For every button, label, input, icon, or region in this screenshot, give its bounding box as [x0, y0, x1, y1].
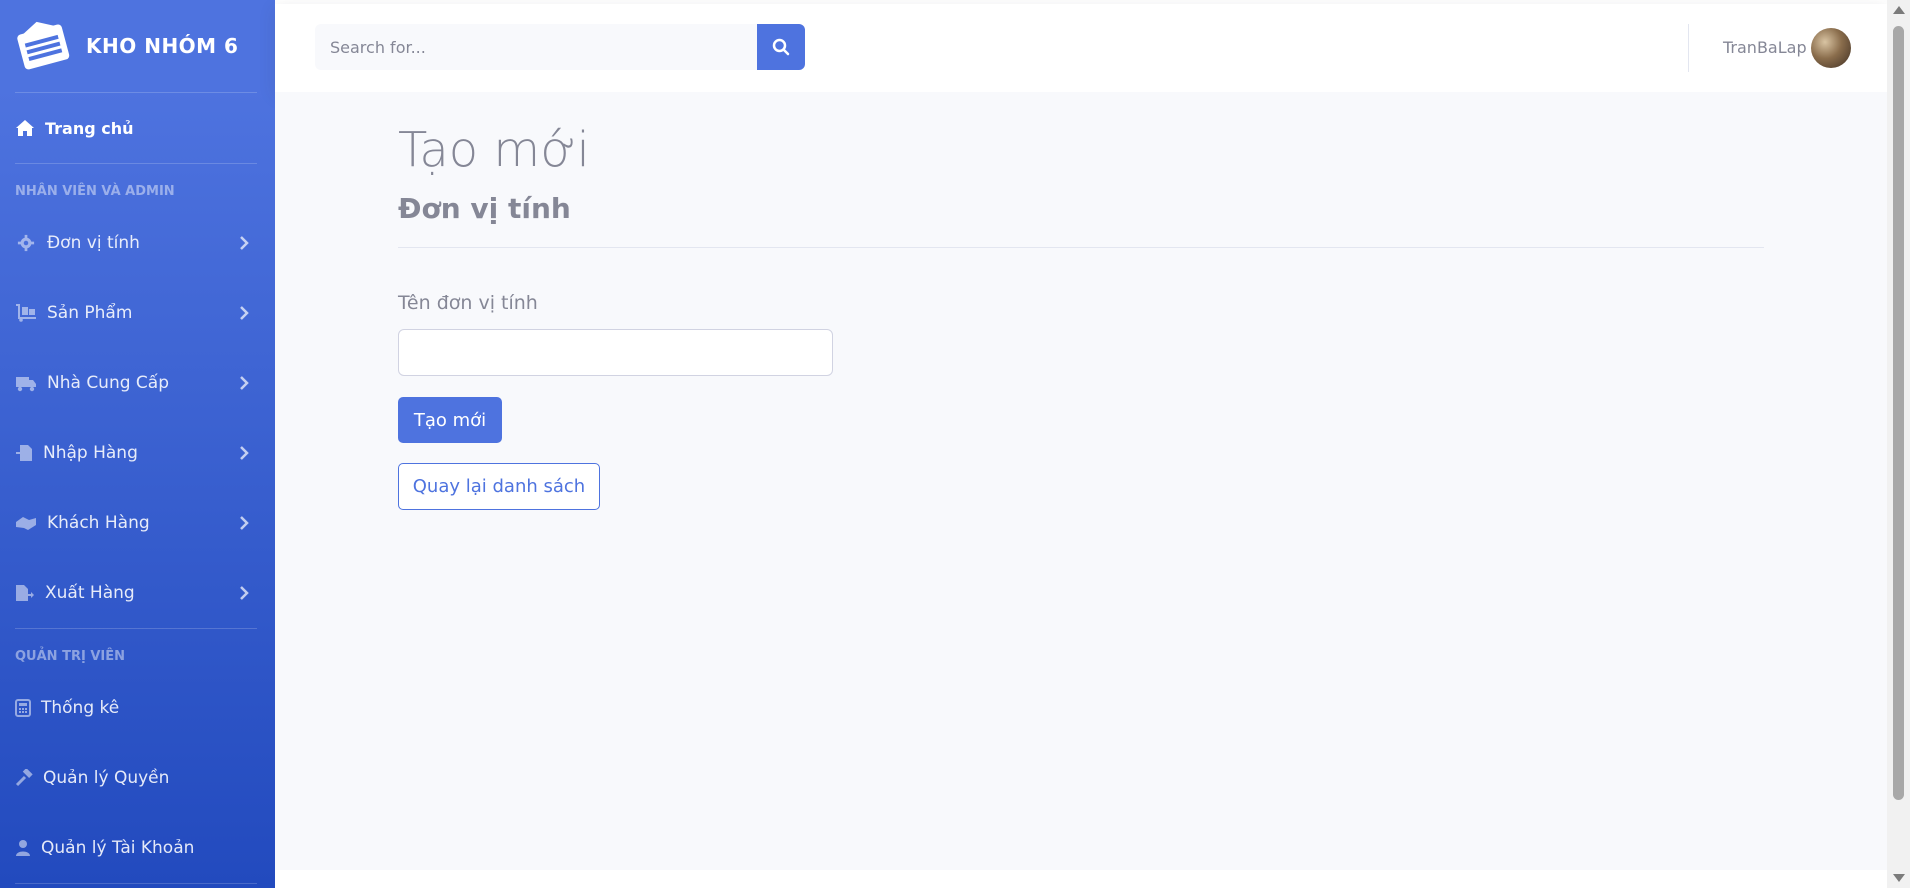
sidebar-item-label: Thống kê	[41, 698, 120, 718]
avatar[interactable]	[1811, 28, 1851, 68]
sidebar-item-don-vi-tinh[interactable]: Đơn vị tính	[0, 208, 275, 278]
topbar: TranBaLap	[275, 4, 1887, 92]
sidebar-heading-admin: QUẢN TRỊ VIÊN	[15, 649, 125, 664]
sidebar: KHO NHÓM 6 Trang chủ NHÂN VIÊN VÀ ADMIN …	[0, 0, 275, 888]
sidebar-heading-staff: NHÂN VIÊN VÀ ADMIN	[15, 184, 175, 199]
truck-icon	[16, 377, 36, 392]
sidebar-item-nha-cung-cap[interactable]: Nhà Cung Cấp	[0, 348, 275, 418]
file-export-icon	[16, 585, 34, 601]
topbar-divider	[1688, 24, 1689, 72]
chevron-right-icon	[240, 446, 249, 460]
file-import-icon	[16, 445, 32, 461]
user-name[interactable]: TranBaLap	[1723, 38, 1807, 57]
sidebar-brand[interactable]: KHO NHÓM 6	[0, 0, 275, 92]
sidebar-item-label: Nhập Hàng	[43, 443, 138, 463]
sidebar-item-label: Khách Hàng	[47, 513, 150, 533]
sidebar-item-label: Trang chủ	[45, 118, 134, 138]
sidebar-item-label: Xuất Hàng	[45, 583, 135, 603]
sidebar-item-nhap-hang[interactable]: Nhập Hàng	[0, 418, 275, 488]
search-group	[315, 24, 805, 70]
sidebar-item-label: Quản lý Tài Khoản	[41, 838, 195, 858]
sidebar-divider	[15, 883, 257, 884]
app-root: KHO NHÓM 6 Trang chủ NHÂN VIÊN VÀ ADMIN …	[0, 0, 1910, 888]
handshake-icon	[16, 517, 36, 530]
search-icon	[772, 38, 790, 56]
page-title: Tạo mới	[398, 122, 590, 178]
scrollbar-thumb[interactable]	[1893, 26, 1904, 800]
unit-name-input[interactable]	[398, 329, 833, 376]
hammer-icon	[15, 769, 33, 787]
scroll-down-icon[interactable]	[1893, 874, 1905, 882]
scroll-up-icon[interactable]	[1893, 6, 1905, 14]
brand-name: KHO NHÓM 6	[86, 34, 239, 58]
sidebar-item-label: Sản Phẩm	[47, 303, 133, 323]
sidebar-item-san-pham[interactable]: Sản Phẩm	[0, 278, 275, 348]
gear-icon	[17, 234, 35, 252]
chevron-right-icon	[240, 376, 249, 390]
chevron-right-icon	[240, 236, 249, 250]
unit-name-label: Tên đơn vị tính	[398, 292, 538, 314]
chevron-right-icon	[240, 586, 249, 600]
sidebar-item-xuat-hang[interactable]: Xuất Hàng	[0, 558, 275, 628]
sidebar-item-thong-ke[interactable]: Thống kê	[0, 673, 275, 743]
sidebar-item-label: Quản lý Quyền	[43, 768, 170, 788]
search-input[interactable]	[315, 24, 757, 70]
dolly-icon	[16, 304, 36, 322]
sidebar-item-khach-hang[interactable]: Khách Hàng	[0, 488, 275, 558]
user-icon	[16, 840, 30, 856]
create-button[interactable]: Tạo mới	[398, 397, 502, 443]
back-to-list-button[interactable]: Quay lại danh sách	[398, 463, 600, 510]
page-subtitle: Đơn vị tính	[398, 192, 571, 225]
sidebar-item-quan-ly-tai-khoan[interactable]: Quản lý Tài Khoản	[0, 813, 275, 883]
sidebar-item-label: Nhà Cung Cấp	[47, 373, 170, 393]
scrollbar[interactable]	[1887, 0, 1910, 888]
chevron-right-icon	[240, 306, 249, 320]
sidebar-item-quan-ly-quyen[interactable]: Quản lý Quyền	[0, 743, 275, 813]
sidebar-item-home[interactable]: Trang chủ	[0, 93, 275, 163]
sidebar-item-label: Đơn vị tính	[47, 233, 140, 253]
divider	[398, 247, 1764, 248]
chevron-right-icon	[240, 516, 249, 530]
home-icon	[16, 120, 34, 136]
warehouse-icon	[17, 21, 70, 70]
search-button[interactable]	[756, 24, 805, 70]
main-content: Tạo mới Đơn vị tính Tên đơn vị tính Tạo …	[275, 92, 1887, 870]
calculator-icon	[15, 699, 31, 717]
